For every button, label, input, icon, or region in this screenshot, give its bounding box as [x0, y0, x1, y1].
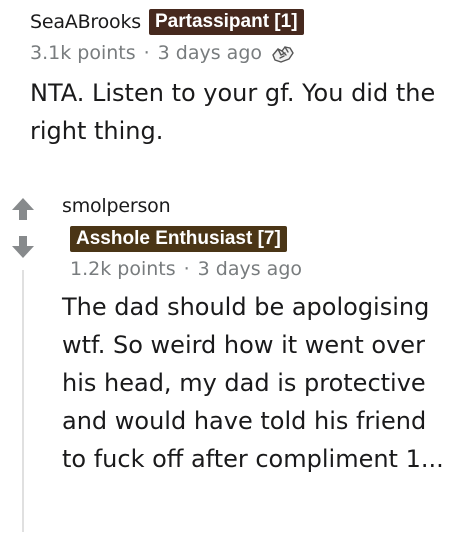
user-flair: Partassipant [1]: [148, 9, 304, 35]
username-link[interactable]: smolperson: [62, 195, 171, 217]
comment-header: smolperson: [62, 192, 447, 220]
comment-parent: SeaABrooks Partassipant [1] 3.1k points …: [30, 6, 445, 150]
vote-controls: [10, 196, 36, 260]
downvote-arrow-icon[interactable]: [10, 234, 36, 260]
comment-meta: 1.2k points · 3 days ago: [70, 254, 447, 284]
award-hands-icon[interactable]: [270, 41, 296, 65]
comment-body: The dad should be apologising wtf. So we…: [62, 293, 444, 473]
meta-separator: ·: [143, 42, 150, 64]
meta-separator: ·: [183, 258, 190, 280]
points-count: 1.2k points: [70, 258, 176, 280]
flair-row: Asshole Enthusiast [7]: [62, 224, 447, 254]
comment-reply: smolperson Asshole Enthusiast [7] 1.2k p…: [62, 192, 447, 478]
comment-body: NTA. Listen to your gf. You did the righ…: [30, 79, 436, 145]
points-count: 3.1k points: [30, 42, 136, 64]
timestamp: 3 days ago: [197, 258, 303, 280]
user-flair: Asshole Enthusiast [7]: [70, 226, 287, 252]
timestamp: 3 days ago: [157, 42, 263, 64]
comment-meta: 3.1k points · 3 days ago: [30, 38, 445, 68]
thread-line[interactable]: [22, 270, 24, 532]
comment-header: SeaABrooks Partassipant [1]: [30, 6, 445, 38]
username-link[interactable]: SeaABrooks: [30, 11, 141, 33]
upvote-arrow-icon[interactable]: [10, 196, 36, 222]
